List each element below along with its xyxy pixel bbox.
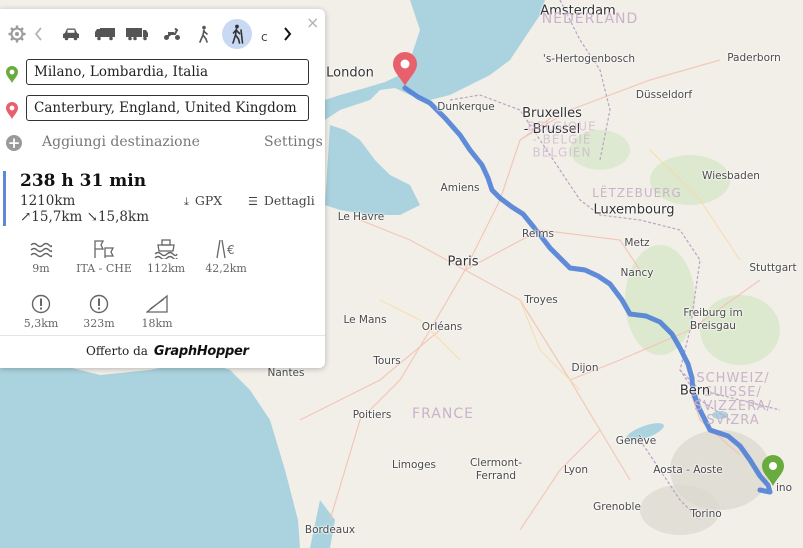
map-label-le-mans: Le Mans (343, 314, 387, 326)
map-label-stuttgart: Stuttgart (749, 262, 797, 274)
details-label: Dettagli (263, 193, 315, 208)
warning-icon (31, 294, 51, 314)
map-label-nantes: Nantes (267, 367, 305, 379)
map-label-amiens: Amiens (440, 182, 480, 194)
map-label-tours: Tours (373, 355, 401, 367)
route-summary[interactable]: 238 h 31 min 1210km ↗15,7km ↘15,8km ⤓ GPX… (0, 171, 325, 229)
stat-steep[interactable]: 18km (127, 294, 187, 330)
gpx-label: GPX (194, 193, 223, 208)
chevron-left-icon[interactable] (24, 19, 54, 49)
map-label-nederland: NEDERLAND (541, 11, 639, 27)
route-elevation: ↗15,7km ↘15,8km (20, 209, 149, 225)
map-label-freiburg: Freiburg im Breisgau (683, 307, 743, 332)
route-duration: 238 h 31 min (20, 171, 147, 191)
map-label-milano-fragment: ino (776, 482, 792, 494)
map-label-france: FRANCE (412, 406, 474, 422)
map-label-troyes: Troyes (524, 294, 558, 306)
map-label-dijon: Dijon (571, 362, 599, 374)
map-label-letzebuerg: LËTZEBUERG (592, 186, 682, 200)
stat-waterway[interactable]: 9m (11, 239, 71, 275)
end-point-row (0, 95, 325, 125)
map-label-geneve: Genève (615, 435, 657, 447)
stat-border[interactable]: ITA - CHE (74, 239, 134, 275)
toll-icon: € (216, 239, 235, 259)
graphhopper-logo[interactable]: GraphHopper (154, 344, 249, 359)
route-distance: 1210km (20, 193, 76, 209)
list-icon: ☰ (248, 195, 258, 208)
start-point-row (0, 59, 325, 89)
selected-route-indicator (3, 171, 6, 226)
waves-icon (30, 242, 52, 258)
map-label-le-havre: Le Havre (337, 211, 385, 223)
stat-warning-2[interactable]: 323m (69, 294, 129, 330)
map-label-bern: Bern (679, 383, 711, 399)
hike-icon[interactable] (189, 19, 219, 49)
add-destination-row: + Aggiungi destinazione Settings (0, 133, 325, 155)
offered-by-label: Offerto da (86, 344, 148, 358)
attribution: Offerto da GraphHopper (86, 344, 249, 359)
start-pin-icon (5, 65, 19, 87)
chevron-right-icon[interactable] (272, 19, 302, 49)
map-label-london: London (326, 65, 374, 81)
settings-button[interactable]: Settings (264, 134, 323, 150)
panel-divider (0, 335, 325, 336)
end-point-input[interactable] (26, 95, 309, 121)
map-label-metz: Metz (624, 237, 650, 249)
stat-toll[interactable]: € 42,2km (196, 239, 256, 275)
more-modes-label[interactable]: c (261, 30, 268, 44)
gpx-export-button[interactable]: ⤓ GPX (184, 193, 222, 209)
scooter-icon[interactable] (157, 19, 187, 49)
stat-warning-1-value: 5,3km (23, 317, 59, 330)
map-label-paris: Paris (447, 254, 479, 270)
add-destination-button[interactable]: Aggiungi destinazione (42, 134, 200, 150)
foot-icon[interactable] (222, 19, 252, 49)
map-label-lyon: Lyon (563, 464, 589, 476)
warning-icon (89, 294, 109, 314)
map-label-s-hertogenbosch: 's-Hertogenbosch (542, 53, 636, 65)
stat-toll-value: 42,2km (205, 262, 247, 275)
stat-warning-2-value: 323m (83, 317, 115, 330)
map-label-belgique: BELGIQUE - BELGIË BELGIEN (527, 119, 597, 160)
start-point-input[interactable] (26, 59, 309, 85)
map-label-aosta: Aosta - Aoste (653, 464, 723, 476)
map-label-nancy: Nancy (620, 267, 654, 279)
map-label-wiesbaden: Wiesbaden (702, 170, 760, 182)
stat-warning-1[interactable]: 5,3km (11, 294, 71, 330)
vehicle-mode-bar: c (0, 19, 325, 49)
add-destination-icon[interactable]: + (6, 135, 22, 151)
stat-ferry-value: 112km (146, 262, 186, 275)
map-label-poitiers: Poitiers (352, 409, 392, 421)
map-label-luxembourg: Luxembourg (593, 202, 675, 218)
map-label-orleans: Orléans (421, 321, 463, 333)
details-button[interactable]: ☰ Dettagli (248, 193, 315, 208)
car-icon[interactable] (56, 19, 86, 49)
map-label-paderborn: Paderborn (727, 52, 781, 64)
end-pin-icon (5, 101, 19, 123)
map-label-bordeaux: Bordeaux (304, 524, 356, 536)
steep-icon (146, 294, 168, 313)
map-label-clermont-ferrand: Clermont- Ferrand (469, 457, 523, 482)
download-icon: ⤓ (184, 195, 189, 208)
map-label-torino: Torino (690, 508, 722, 520)
map-label-dusseldorf: Düsseldorf (635, 89, 693, 101)
stat-waterway-value: 9m (32, 262, 50, 275)
map-label-limoges: Limoges (391, 459, 437, 471)
truck-icon[interactable] (122, 19, 152, 49)
svg-text:€: € (227, 243, 235, 257)
map-label-dunkerque: Dunkerque (437, 101, 495, 113)
ferry-icon (154, 239, 178, 259)
stat-ferry[interactable]: 112km (136, 239, 196, 275)
border-flags-icon (94, 240, 115, 258)
stat-border-value: ITA - CHE (76, 262, 132, 275)
map-label-grenoble: Grenoble (593, 501, 641, 513)
small-truck-icon[interactable] (90, 19, 120, 49)
stat-steep-value: 18km (141, 317, 173, 330)
map-label-schweiz: SCHWEIZ/ SUISSE/ SVIZZERA/ SVIZRA (694, 371, 772, 428)
map-label-reims: Reims (522, 228, 554, 240)
route-panel: × c Milano, Lombardia, Italia Canterbury… (0, 9, 325, 368)
